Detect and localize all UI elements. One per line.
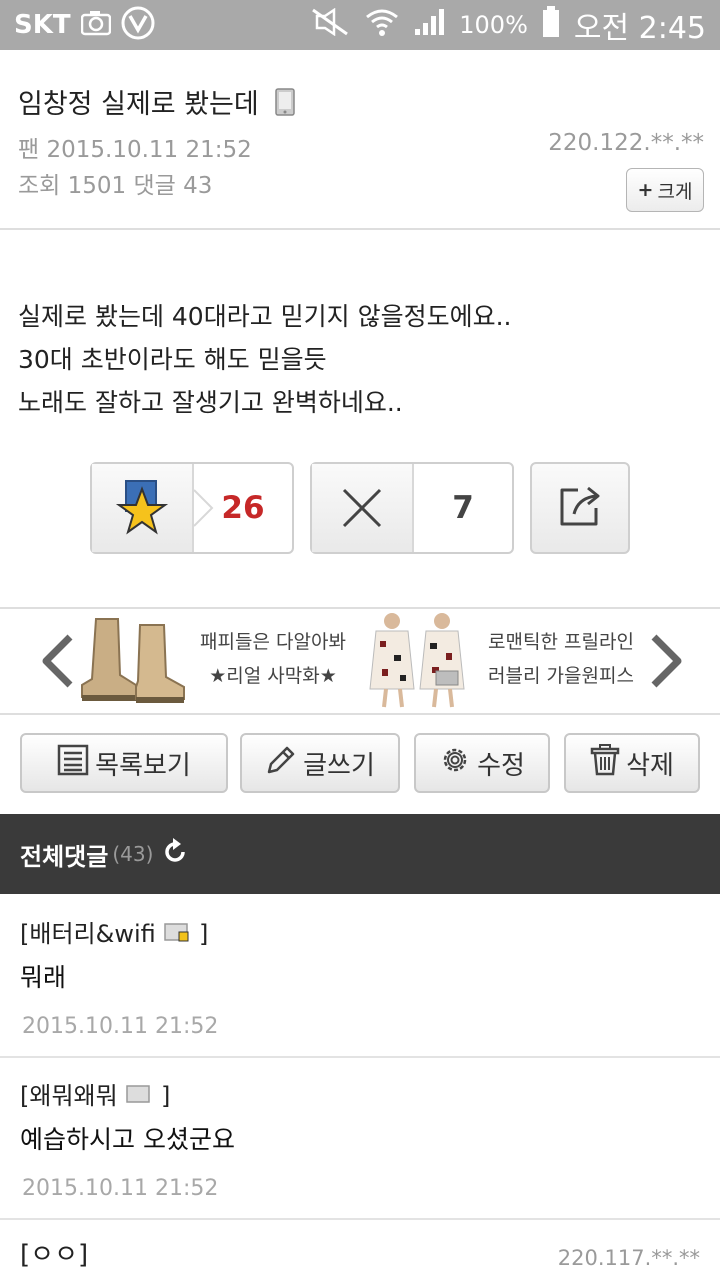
list-button[interactable]: 목록보기 (20, 733, 228, 793)
comment-date: 2015.10.11 21:52 (22, 1176, 219, 1201)
comments-header: 전체댓글 (43) (0, 814, 720, 894)
battery-icon (542, 6, 560, 44)
clock: 오전 2:45 (573, 11, 706, 46)
camera-icon (80, 10, 111, 40)
post-header: 임창정 실제로 봤는데 팬 2015.10.11 21:52 조회 1501 댓… (0, 50, 720, 230)
mobile-badge-icon (163, 920, 191, 950)
plus-icon: + (637, 179, 654, 201)
edit-button-label: 수정 (477, 750, 525, 781)
star-icon (92, 464, 194, 552)
banner-right-line: 러블리 가을원피스 (488, 665, 634, 687)
list-icon (57, 744, 89, 783)
write-button-label: 글쓰기 (303, 750, 375, 781)
signal-icon (413, 7, 445, 43)
boots-image[interactable] (78, 615, 188, 707)
gear-icon (439, 744, 471, 783)
battery-percent: 100% (459, 11, 528, 39)
product-banner: 패피들은 다알아봐 ★리얼 사막화★ 로맨틱한 프릴라인 러블리 가을원피스 (0, 607, 720, 715)
status-bar: SKT 100% 오전 2:45 (0, 0, 720, 50)
comment-author-name: [배터리&wifi (20, 920, 156, 948)
banner-right-text[interactable]: 로맨틱한 프릴라인 러블리 가을원피스 (478, 625, 644, 693)
post-body-line: 30대 초반이라도 해도 믿을듯 (18, 345, 327, 374)
comment-text: 뭐래 (20, 963, 67, 992)
post-body: 실제로 봤는데 40대라고 믿기지 않을정도에요.. 30대 초반이라도 해도 … (18, 295, 512, 424)
banner-left-text[interactable]: 패피들은 다알아봐 ★리얼 사막화★ (190, 625, 356, 693)
chevron-right-icon[interactable] (646, 631, 686, 695)
post-board-date: 팬 2015.10.11 21:52 (18, 137, 252, 163)
mute-icon (311, 7, 351, 42)
mobile-badge-icon (125, 1082, 153, 1112)
carrier-label: SKT (14, 10, 71, 40)
post-title: 임창정 실제로 봤는데 (18, 82, 296, 123)
edit-button[interactable]: 수정 (414, 733, 550, 793)
post-ip: 220.122.**.** (548, 130, 704, 156)
comments-title: 전체댓글 (20, 842, 109, 871)
pencil-icon (265, 744, 297, 783)
refresh-icon[interactable] (161, 838, 189, 870)
post-title-text: 임창정 실제로 봤는데 (18, 89, 259, 120)
mobile-icon (275, 88, 296, 123)
recommend-button[interactable]: 26 (90, 462, 294, 554)
comment-item: [ㅇㅇ] 220.117.**.** (0, 1220, 720, 1279)
share-button[interactable] (530, 462, 630, 554)
banner-left-line: 패피들은 다알아봐 (200, 631, 346, 653)
chevron-left-icon[interactable] (38, 631, 78, 695)
banner-left-line: ★리얼 사막화★ (209, 665, 337, 687)
delete-button-label: 삭제 (626, 750, 674, 781)
comment-text: 예습하시고 오셨군요 (20, 1125, 235, 1154)
dress-image[interactable] (362, 611, 472, 709)
share-icon (556, 482, 604, 534)
comment-author: [왜뭐왜뭐 ] (20, 1082, 171, 1112)
comment-author-name: [왜뭐왜뭐 (20, 1082, 118, 1110)
delete-button[interactable]: 삭제 (564, 733, 700, 793)
trash-icon (590, 743, 620, 783)
comment-author: [ㅇㅇ] (20, 1240, 89, 1270)
post-body-line: 노래도 잘하고 잘생기고 완벽하네요.. (18, 388, 403, 417)
comment-item: [배터리&wifi ] 뭐래 2015.10.11 21:52 (0, 896, 720, 1058)
oppose-button[interactable]: 7 (310, 462, 514, 554)
enlarge-text-label: 크게 (657, 180, 693, 203)
comment-author: [배터리&wifi ] (20, 920, 209, 950)
comments-count: (43) (112, 842, 154, 866)
post-body-line: 실제로 봤는데 40대라고 믿기지 않을정도에요.. (18, 302, 512, 331)
close-icon (312, 464, 414, 552)
list-button-label: 목록보기 (95, 750, 191, 781)
enlarge-text-button[interactable]: + 크게 (626, 168, 704, 212)
banner-right-line: 로맨틱한 프릴라인 (488, 631, 634, 653)
recommend-count: 26 (221, 490, 265, 526)
write-button[interactable]: 글쓰기 (240, 733, 400, 793)
comment-ip: 220.117.**.** (557, 1246, 700, 1270)
oppose-count: 7 (452, 490, 474, 526)
wifi-icon (365, 7, 399, 43)
post-views-comments: 조회 1501 댓글 43 (18, 173, 213, 199)
comment-date: 2015.10.11 21:52 (22, 1014, 219, 1039)
comment-item: [왜뭐왜뭐 ] 예습하시고 오셨군요 2015.10.11 21:52 (0, 1058, 720, 1220)
app-notification-icon (121, 6, 155, 44)
